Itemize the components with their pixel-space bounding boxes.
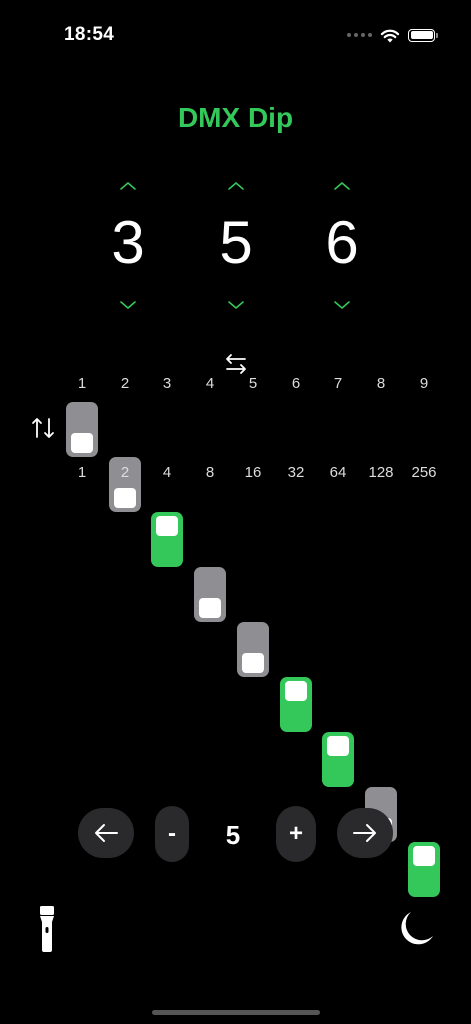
dip-switch-5[interactable] <box>237 622 269 677</box>
dip-number-6: 6 <box>291 375 301 392</box>
chevron-up-icon <box>228 182 244 190</box>
dip-switch-9[interactable] <box>408 842 440 897</box>
increment-tens-button[interactable] <box>196 175 276 197</box>
status-time: 18:54 <box>64 24 115 45</box>
dip-number-7: 7 <box>333 375 343 392</box>
switch-knob <box>114 488 136 508</box>
increment-ones-button[interactable] <box>302 175 382 197</box>
switch-knob <box>242 653 264 673</box>
dip-number-5: 5 <box>248 375 258 392</box>
dip-value-64: 64 <box>329 464 347 481</box>
dip-value-256: 256 <box>411 464 437 481</box>
dip-number-3: 3 <box>162 375 172 392</box>
previous-address-button[interactable] <box>78 808 134 858</box>
page-title: DMX Dip <box>177 102 294 133</box>
decrement-ones-button[interactable] <box>302 294 382 316</box>
dip-value-8: 8 <box>205 464 215 481</box>
digit-ones: 6 <box>325 209 359 276</box>
battery-icon <box>408 28 438 42</box>
dip-switch-3[interactable] <box>151 512 183 567</box>
switch-knob <box>285 681 307 701</box>
dip-number-2: 2 <box>120 375 130 392</box>
dip-number-9: 9 <box>419 375 429 392</box>
flashlight-icon[interactable] <box>36 905 58 953</box>
digit-tens: 5 <box>219 209 253 276</box>
status-icons <box>347 24 438 46</box>
home-indicator <box>152 1010 320 1015</box>
dip-value-16: 16 <box>244 464 262 481</box>
arrow-right-icon <box>353 824 376 842</box>
increment-hundreds-button[interactable] <box>88 175 168 197</box>
chevron-down-icon <box>334 301 350 309</box>
dip-value-4: 4 <box>162 464 172 481</box>
switch-knob <box>413 846 435 866</box>
decrement-tens-button[interactable] <box>196 294 276 316</box>
dip-switch-7[interactable] <box>322 732 354 787</box>
next-address-button[interactable] <box>337 808 393 858</box>
chevron-up-icon <box>334 182 350 190</box>
dip-switch-6[interactable] <box>280 677 312 732</box>
dip-number-8: 8 <box>376 375 386 392</box>
dip-switch-4[interactable] <box>194 567 226 622</box>
dip-value-2: 2 <box>120 464 130 481</box>
arrow-left-icon <box>95 824 118 842</box>
dip-switch-1[interactable] <box>66 402 98 457</box>
flip-horizontal-icon[interactable] <box>222 352 250 376</box>
chevron-up-icon <box>120 182 136 190</box>
switch-knob <box>327 736 349 756</box>
dip-value-32: 32 <box>287 464 305 481</box>
moon-icon[interactable] <box>396 909 436 949</box>
dip-value-128: 128 <box>368 464 394 481</box>
decrement-hundreds-button[interactable] <box>88 294 168 316</box>
dip-number-1: 1 <box>77 375 87 392</box>
increment-button[interactable]: + <box>276 806 316 862</box>
decrement-button[interactable]: - <box>155 806 189 862</box>
dip-number-4: 4 <box>205 375 215 392</box>
flip-vertical-icon[interactable] <box>30 415 56 441</box>
switch-knob <box>156 516 178 536</box>
signal-dots-icon <box>347 33 372 37</box>
stepper-value: 5 <box>225 820 241 850</box>
switch-knob <box>199 598 221 618</box>
wifi-icon <box>380 29 400 42</box>
switch-knob <box>71 433 93 453</box>
digit-hundreds: 3 <box>111 209 145 276</box>
dip-value-1: 1 <box>77 464 87 481</box>
digit-column-ones: 6 <box>302 175 382 316</box>
digit-column-tens: 5 <box>196 175 276 316</box>
chevron-down-icon <box>120 301 136 309</box>
chevron-down-icon <box>228 301 244 309</box>
digit-column-hundreds: 3 <box>88 175 168 316</box>
